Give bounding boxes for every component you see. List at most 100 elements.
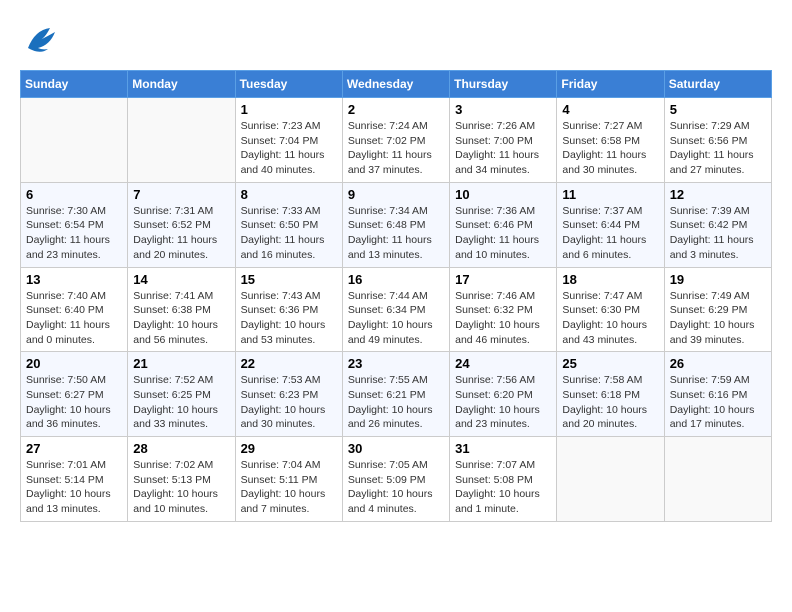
day-info: Sunrise: 7:50 AM Sunset: 6:27 PM Dayligh… [26, 373, 122, 432]
day-number: 27 [26, 441, 122, 456]
day-info: Sunrise: 7:02 AM Sunset: 5:13 PM Dayligh… [133, 458, 229, 517]
day-info: Sunrise: 7:43 AM Sunset: 6:36 PM Dayligh… [241, 289, 337, 348]
calendar-cell: 8 Sunrise: 7:33 AM Sunset: 6:50 PM Daylig… [235, 182, 342, 267]
day-number: 19 [670, 272, 766, 287]
week-row-1: 1Sunrise: 7:23 AM Sunset: 7:04 PM Daylig… [21, 98, 772, 183]
day-number: 26 [670, 356, 766, 371]
day-number: 7 [133, 187, 229, 202]
day-number: 9 [348, 187, 444, 202]
week-row-4: 20 Sunrise: 7:50 AM Sunset: 6:27 PM Dayli… [21, 352, 772, 437]
week-row-3: 13 Sunrise: 7:40 AM Sunset: 6:40 PM Dayli… [21, 267, 772, 352]
calendar-cell [128, 98, 235, 183]
calendar-cell: 21 Sunrise: 7:52 AM Sunset: 6:25 PM Dayli… [128, 352, 235, 437]
day-info: Sunrise: 7:53 AM Sunset: 6:23 PM Dayligh… [241, 373, 337, 432]
day-info: Sunrise: 7:40 AM Sunset: 6:40 PM Dayligh… [26, 289, 122, 348]
day-number: 25 [562, 356, 658, 371]
weekday-header-sunday: Sunday [21, 71, 128, 98]
calendar-cell: 14 Sunrise: 7:41 AM Sunset: 6:38 PM Dayli… [128, 267, 235, 352]
day-info: Sunrise: 7:58 AM Sunset: 6:18 PM Dayligh… [562, 373, 658, 432]
day-info: Sunrise: 7:07 AM Sunset: 5:08 PM Dayligh… [455, 458, 551, 517]
day-number: 14 [133, 272, 229, 287]
calendar-cell [664, 437, 771, 522]
calendar-cell: 4 Sunrise: 7:27 AM Sunset: 6:58 PM Daylig… [557, 98, 664, 183]
day-info: Sunrise: 7:46 AM Sunset: 6:32 PM Dayligh… [455, 289, 551, 348]
calendar-cell: 6 Sunrise: 7:30 AM Sunset: 6:54 PM Daylig… [21, 182, 128, 267]
calendar-cell: 13 Sunrise: 7:40 AM Sunset: 6:40 PM Dayli… [21, 267, 128, 352]
day-number: 29 [241, 441, 337, 456]
day-info: Sunrise: 7:37 AM Sunset: 6:44 PM Dayligh… [562, 204, 658, 263]
day-number: 24 [455, 356, 551, 371]
day-info: Sunrise: 7:24 AM Sunset: 7:02 PM Dayligh… [348, 119, 444, 178]
calendar-cell: 22 Sunrise: 7:53 AM Sunset: 6:23 PM Dayli… [235, 352, 342, 437]
calendar-cell: 27 Sunrise: 7:01 AM Sunset: 5:14 PM Dayli… [21, 437, 128, 522]
day-number: 21 [133, 356, 229, 371]
calendar-cell: 3 Sunrise: 7:26 AM Sunset: 7:00 PM Daylig… [450, 98, 557, 183]
calendar-cell: 25 Sunrise: 7:58 AM Sunset: 6:18 PM Dayli… [557, 352, 664, 437]
day-info: Sunrise: 7:59 AM Sunset: 6:16 PM Dayligh… [670, 373, 766, 432]
day-number: 30 [348, 441, 444, 456]
page-header [20, 20, 772, 60]
day-number: 15 [241, 272, 337, 287]
calendar-cell: 2 Sunrise: 7:24 AM Sunset: 7:02 PM Daylig… [342, 98, 449, 183]
day-number: 10 [455, 187, 551, 202]
week-row-5: 27 Sunrise: 7:01 AM Sunset: 5:14 PM Dayli… [21, 437, 772, 522]
weekday-header-tuesday: Tuesday [235, 71, 342, 98]
day-number: 1 [241, 102, 337, 117]
day-number: 3 [455, 102, 551, 117]
day-number: 16 [348, 272, 444, 287]
calendar-cell: 1Sunrise: 7:23 AM Sunset: 7:04 PM Daylig… [235, 98, 342, 183]
day-info: Sunrise: 7:39 AM Sunset: 6:42 PM Dayligh… [670, 204, 766, 263]
day-number: 20 [26, 356, 122, 371]
weekday-header-thursday: Thursday [450, 71, 557, 98]
calendar-cell: 17Sunrise: 7:46 AM Sunset: 6:32 PM Dayli… [450, 267, 557, 352]
day-number: 22 [241, 356, 337, 371]
weekday-header-row: SundayMondayTuesdayWednesdayThursdayFrid… [21, 71, 772, 98]
calendar-cell: 26 Sunrise: 7:59 AM Sunset: 6:16 PM Dayli… [664, 352, 771, 437]
day-number: 4 [562, 102, 658, 117]
day-info: Sunrise: 7:29 AM Sunset: 6:56 PM Dayligh… [670, 119, 766, 178]
calendar-cell: 29 Sunrise: 7:04 AM Sunset: 5:11 PM Dayli… [235, 437, 342, 522]
calendar-cell: 5 Sunrise: 7:29 AM Sunset: 6:56 PM Daylig… [664, 98, 771, 183]
day-info: Sunrise: 7:04 AM Sunset: 5:11 PM Dayligh… [241, 458, 337, 517]
day-info: Sunrise: 7:49 AM Sunset: 6:29 PM Dayligh… [670, 289, 766, 348]
day-number: 12 [670, 187, 766, 202]
logo [20, 20, 64, 60]
calendar-cell: 20 Sunrise: 7:50 AM Sunset: 6:27 PM Dayli… [21, 352, 128, 437]
calendar-cell: 28Sunrise: 7:02 AM Sunset: 5:13 PM Dayli… [128, 437, 235, 522]
day-info: Sunrise: 7:36 AM Sunset: 6:46 PM Dayligh… [455, 204, 551, 263]
day-info: Sunrise: 7:33 AM Sunset: 6:50 PM Dayligh… [241, 204, 337, 263]
calendar-cell: 23 Sunrise: 7:55 AM Sunset: 6:21 PM Dayli… [342, 352, 449, 437]
calendar-table: SundayMondayTuesdayWednesdayThursdayFrid… [20, 70, 772, 522]
day-number: 8 [241, 187, 337, 202]
day-number: 2 [348, 102, 444, 117]
calendar-cell: 10 Sunrise: 7:36 AM Sunset: 6:46 PM Dayli… [450, 182, 557, 267]
day-info: Sunrise: 7:26 AM Sunset: 7:00 PM Dayligh… [455, 119, 551, 178]
day-number: 18 [562, 272, 658, 287]
day-number: 13 [26, 272, 122, 287]
calendar-cell: 12 Sunrise: 7:39 AM Sunset: 6:42 PM Dayli… [664, 182, 771, 267]
weekday-header-saturday: Saturday [664, 71, 771, 98]
logo-bird-icon [20, 20, 60, 60]
day-info: Sunrise: 7:27 AM Sunset: 6:58 PM Dayligh… [562, 119, 658, 178]
day-info: Sunrise: 7:05 AM Sunset: 5:09 PM Dayligh… [348, 458, 444, 517]
day-number: 11 [562, 187, 658, 202]
day-number: 5 [670, 102, 766, 117]
calendar-cell [557, 437, 664, 522]
day-info: Sunrise: 7:52 AM Sunset: 6:25 PM Dayligh… [133, 373, 229, 432]
day-info: Sunrise: 7:34 AM Sunset: 6:48 PM Dayligh… [348, 204, 444, 263]
calendar-cell: 31Sunrise: 7:07 AM Sunset: 5:08 PM Dayli… [450, 437, 557, 522]
day-info: Sunrise: 7:56 AM Sunset: 6:20 PM Dayligh… [455, 373, 551, 432]
day-number: 6 [26, 187, 122, 202]
calendar-cell: 9 Sunrise: 7:34 AM Sunset: 6:48 PM Daylig… [342, 182, 449, 267]
week-row-2: 6 Sunrise: 7:30 AM Sunset: 6:54 PM Daylig… [21, 182, 772, 267]
day-info: Sunrise: 7:01 AM Sunset: 5:14 PM Dayligh… [26, 458, 122, 517]
calendar-cell: 15 Sunrise: 7:43 AM Sunset: 6:36 PM Dayli… [235, 267, 342, 352]
day-number: 23 [348, 356, 444, 371]
day-info: Sunrise: 7:30 AM Sunset: 6:54 PM Dayligh… [26, 204, 122, 263]
day-info: Sunrise: 7:55 AM Sunset: 6:21 PM Dayligh… [348, 373, 444, 432]
calendar-cell [21, 98, 128, 183]
day-info: Sunrise: 7:41 AM Sunset: 6:38 PM Dayligh… [133, 289, 229, 348]
calendar-cell: 19 Sunrise: 7:49 AM Sunset: 6:29 PM Dayli… [664, 267, 771, 352]
day-info: Sunrise: 7:47 AM Sunset: 6:30 PM Dayligh… [562, 289, 658, 348]
calendar-cell: 18 Sunrise: 7:47 AM Sunset: 6:30 PM Dayli… [557, 267, 664, 352]
